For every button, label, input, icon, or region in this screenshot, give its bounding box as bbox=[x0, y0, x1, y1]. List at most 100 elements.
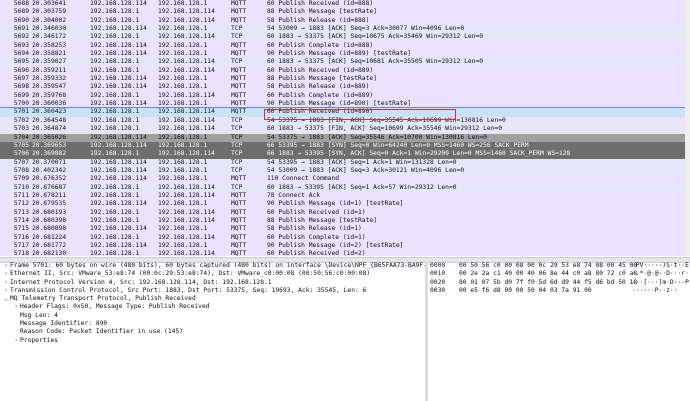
details-bytes-divider[interactable] bbox=[425, 262, 428, 401]
packet-protocol: MQTT bbox=[231, 8, 247, 16]
chevron-right-icon[interactable]: › bbox=[12, 337, 20, 345]
packet-time: 20.402342 bbox=[32, 166, 67, 174]
detail-tree-item[interactable]: Msg Len: 4 bbox=[0, 312, 425, 320]
packet-time: 20.682130 bbox=[32, 250, 67, 256]
packet-row[interactable]: 5691 20.346030 192.168.128.114 192.168.128.… bbox=[0, 25, 690, 34]
packet-time: 20.359547 bbox=[32, 83, 67, 91]
packet-row[interactable]: 5696 20.359211 192.168.128.1 192.168.128.11… bbox=[0, 66, 690, 76]
packet-row[interactable]: 5704 20.365026 192.168.128.114 192.168.128.… bbox=[0, 133, 690, 142]
packet-info: 60 1883 → 53375 [ACK] Seq=10675 Ack=3546… bbox=[267, 33, 484, 41]
packet-info: 90 Publish Message (id=890) [testRate] bbox=[267, 100, 412, 108]
packet-row[interactable]: 5688 20.303641 192.168.128.114 192.168.128.… bbox=[0, 0, 690, 9]
chevron-down-icon[interactable]: ⌄ bbox=[2, 295, 10, 303]
packet-number: 5708 bbox=[13, 166, 29, 174]
packet-row[interactable]: 5705 20.369653 192.168.128.114 192.168.128.… bbox=[0, 141, 690, 151]
chevron-right-icon[interactable]: › bbox=[12, 303, 20, 311]
hex-bytes: 80 01 07 5b d0 7f f0 5d 6d d9 44 f5 d6 b… bbox=[459, 278, 638, 286]
packet-row[interactable]: 5692 20.346172 192.168.128.1 192.168.128.11… bbox=[0, 33, 690, 42]
packet-row[interactable]: 5699 20.359768 192.168.128.1 192.168.128.11… bbox=[0, 91, 690, 101]
packet-row[interactable]: 5706 20.369882 192.168.128.1 192.168.128.11… bbox=[0, 150, 690, 159]
packet-list-scrollbar[interactable] bbox=[685, 0, 690, 256]
packet-row[interactable]: 5695 20.359027 192.168.128.1 192.168.128.11… bbox=[0, 58, 690, 67]
packet-info: 60 1883 → 53375 [FIN, ACK] Seq=10699 Ack… bbox=[267, 125, 503, 133]
packet-destination: 192.168.128.114 bbox=[158, 183, 215, 191]
packet-row[interactable]: 5717 20.681772 192.168.128.114 192.168.128.… bbox=[0, 241, 690, 251]
packet-row[interactable]: 5708 20.402342 192.168.128.114 192.168.128.… bbox=[0, 166, 690, 176]
packet-destination: 192.168.128.1 bbox=[158, 133, 208, 141]
packet-row[interactable]: 5713 20.680193 192.168.128.1 192.168.128.11… bbox=[0, 208, 690, 217]
detail-tree-item[interactable]: › Properties bbox=[0, 337, 425, 345]
packet-info: 54 53009 → 1883 [ACK] Seq=3 Ack=30077 Wi… bbox=[267, 25, 465, 33]
packet-info: 66 1883 → 53395 [SYN, ACK] Seq=0 Ack=1 W… bbox=[267, 150, 571, 158]
detail-tree-item[interactable]: Reason Code: Packet Identifier in use (1… bbox=[0, 328, 425, 336]
packet-row[interactable]: 5694 20.358821 192.168.128.114 192.168.128.… bbox=[0, 50, 690, 59]
packet-row[interactable]: 5711 20.678211 192.168.128.1 192.168.128.11… bbox=[0, 191, 690, 201]
packet-protocol: TCP bbox=[231, 58, 243, 66]
hex-bytes: 00 e5 f6 d8 00 00 50 04 03 7a 91 00 bbox=[459, 286, 592, 294]
packet-number: 5709 bbox=[13, 175, 29, 183]
packet-number: 5698 bbox=[13, 83, 29, 91]
packet-row[interactable]: 5710 20.676687 192.168.128.1 192.168.128.11… bbox=[0, 183, 690, 192]
packet-row[interactable]: 5715 20.680898 192.168.128.114 192.168.128.… bbox=[0, 225, 690, 234]
packet-row[interactable]: 5716 20.681224 192.168.128.1 192.168.128.11… bbox=[0, 233, 690, 242]
packet-row[interactable]: 5690 20.304002 192.168.128.1 192.168.128.11… bbox=[0, 16, 690, 26]
chevron-right-icon[interactable]: › bbox=[2, 279, 10, 287]
packet-row[interactable]: 5703 20.364874 192.168.128.1 192.168.128.11… bbox=[0, 125, 690, 134]
packet-row[interactable]: 5697 20.359332 192.168.128.114 192.168.128.… bbox=[0, 75, 690, 84]
packet-time: 20.681224 bbox=[32, 233, 67, 241]
chevron-right-icon[interactable]: › bbox=[2, 287, 10, 295]
detail-tree-item[interactable]: › Frame 5701: 60 bytes on wire (480 bits)… bbox=[0, 262, 425, 270]
packet-destination: 192.168.128.1 bbox=[158, 41, 208, 49]
packet-source: 192.168.128.1 bbox=[90, 150, 140, 158]
packet-row[interactable]: 5709 20.676352 192.168.128.114 192.168.128.… bbox=[0, 175, 690, 184]
packet-number: 5696 bbox=[13, 66, 29, 74]
packet-row[interactable]: 5693 20.358253 192.168.128.114 192.168.128.… bbox=[0, 41, 690, 51]
chevron-right-icon[interactable]: › bbox=[2, 262, 10, 270]
hex-offset: 0010 bbox=[430, 270, 446, 278]
packet-protocol: TCP bbox=[231, 33, 243, 41]
packet-number: 5703 bbox=[13, 125, 29, 133]
packet-protocol: MQTT bbox=[231, 50, 247, 58]
packet-row[interactable]: 5718 20.682130 192.168.128.1 192.168.128.11… bbox=[0, 250, 690, 256]
detail-tree-item[interactable]: › Ethernet II, Src: VMware_53:e8:74 (00:0… bbox=[0, 270, 425, 278]
packet-row[interactable]: 5707 20.370071 192.168.128.114 192.168.128.… bbox=[0, 158, 690, 167]
detail-tree-item[interactable]: Message Identifier: 890 bbox=[0, 320, 425, 328]
detail-tree-item[interactable]: › Transmission Control Protocol, Src Port… bbox=[0, 287, 425, 295]
packet-source: 192.168.128.1 bbox=[90, 16, 140, 24]
detail-tree-item[interactable]: › Header Flags: 0x50, Message Type: Publi… bbox=[0, 303, 425, 311]
packet-source: 192.168.128.1 bbox=[90, 125, 140, 133]
hex-row[interactable]: 0020 80 01 07 5b d0 7f f0 5d 6d d9 44 f5 … bbox=[429, 279, 690, 287]
packet-row[interactable]: 5698 20.359547 192.168.128.114 192.168.128.… bbox=[0, 83, 690, 92]
packet-number: 5711 bbox=[13, 191, 29, 199]
detail-tree-item[interactable]: ⌄ MQ Telemetry Transport Protocol, Publis… bbox=[0, 295, 425, 303]
hex-row[interactable]: 0030 00 e5 f6 d8 00 00 50 04 03 7a 91 00 ·… bbox=[429, 287, 690, 295]
hex-ascii: ······P··z·· bbox=[632, 286, 678, 294]
packet-bytes-pane[interactable]: 0000 00 50 56 c0 00 08 00 0c 29 53 e8 74 … bbox=[429, 262, 690, 401]
packet-row[interactable]: 5689 20.303759 192.168.128.1 192.168.128.11… bbox=[0, 8, 690, 17]
packet-protocol: MQTT bbox=[231, 0, 247, 7]
packet-info: 88 Publish Message [testRate] bbox=[267, 75, 377, 83]
packet-time: 20.369882 bbox=[32, 150, 67, 158]
packet-number: 5705 bbox=[13, 141, 29, 149]
packet-destination: 192.168.128.114 bbox=[158, 191, 215, 199]
packet-row[interactable]: 5700 20.360036 192.168.128.114 192.168.128.… bbox=[0, 100, 690, 109]
packet-time: 20.359211 bbox=[32, 66, 67, 74]
packet-protocol: TCP bbox=[231, 183, 243, 191]
packet-details-tree[interactable]: › Frame 5701: 60 bytes on wire (480 bits)… bbox=[0, 262, 425, 401]
packet-time: 20.346030 bbox=[32, 25, 67, 33]
chevron-right-icon[interactable]: › bbox=[2, 270, 10, 278]
highlight-annotation-box bbox=[264, 109, 456, 120]
packet-protocol: TCP bbox=[231, 116, 243, 124]
packet-info: 60 Publish Received (id=2) bbox=[267, 250, 366, 256]
packet-source: 192.168.128.114 bbox=[90, 50, 147, 58]
hex-row[interactable]: 0010 00 2e 2a c1 40 00 40 06 8e 44 c0 a8 … bbox=[429, 270, 690, 278]
packet-row[interactable]: 5712 20.679535 192.168.128.114 192.168.128.… bbox=[0, 200, 690, 209]
packet-time: 20.359332 bbox=[32, 75, 67, 83]
detail-tree-item[interactable]: › Internet Protocol Version 4, Src: 192.1… bbox=[0, 279, 425, 287]
packet-row[interactable]: 5714 20.680398 192.168.128.1 192.168.128.11… bbox=[0, 216, 690, 226]
packet-info: 90 Publish Message (id=1) [testRate] bbox=[267, 200, 404, 208]
hex-row[interactable]: 0000 00 50 56 c0 00 08 00 0c 29 53 e8 74 … bbox=[429, 262, 690, 270]
packet-list[interactable]: 5688 20.303641 192.168.128.114 192.168.128.… bbox=[0, 0, 690, 256]
packet-source: 192.168.128.1 bbox=[90, 208, 140, 216]
packet-time: 20.369653 bbox=[32, 141, 67, 149]
